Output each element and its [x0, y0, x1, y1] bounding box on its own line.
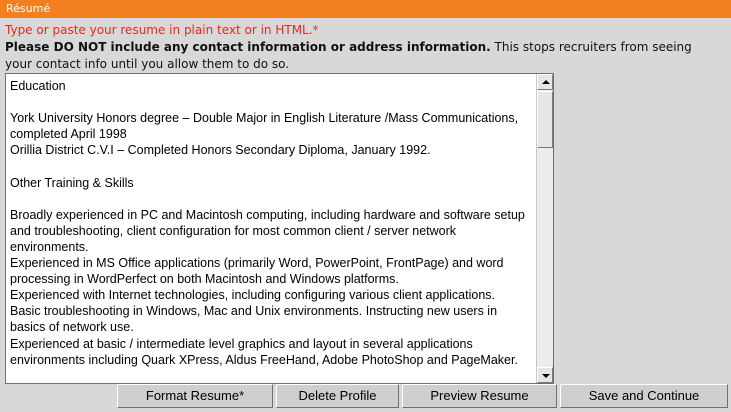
scroll-down-button[interactable]	[537, 367, 553, 383]
resume-required-prompt: Type or paste your resume in plain text …	[5, 23, 319, 37]
preview-resume-button[interactable]: Preview Resume	[402, 384, 557, 408]
contact-info-warning: Please DO NOT include any contact inform…	[5, 39, 720, 73]
delete-profile-button[interactable]: Delete Profile	[276, 384, 399, 408]
save-and-continue-button[interactable]: Save and Continue	[560, 384, 728, 408]
resume-text[interactable]: Education York University Honors degree …	[10, 78, 528, 382]
up-arrow-icon	[542, 80, 550, 84]
section-title: Résumé	[6, 2, 51, 15]
section-header: Résumé	[0, 0, 731, 18]
contact-warning-bold: Please DO NOT include any contact inform…	[5, 40, 491, 54]
format-resume-button[interactable]: Format Resume*	[117, 384, 273, 408]
down-arrow-icon	[542, 374, 550, 378]
resume-scrollbar[interactable]	[536, 74, 553, 383]
scroll-thumb[interactable]	[537, 91, 553, 148]
scroll-up-button[interactable]	[537, 74, 553, 90]
resume-textarea[interactable]: Education York University Honors degree …	[5, 73, 554, 384]
